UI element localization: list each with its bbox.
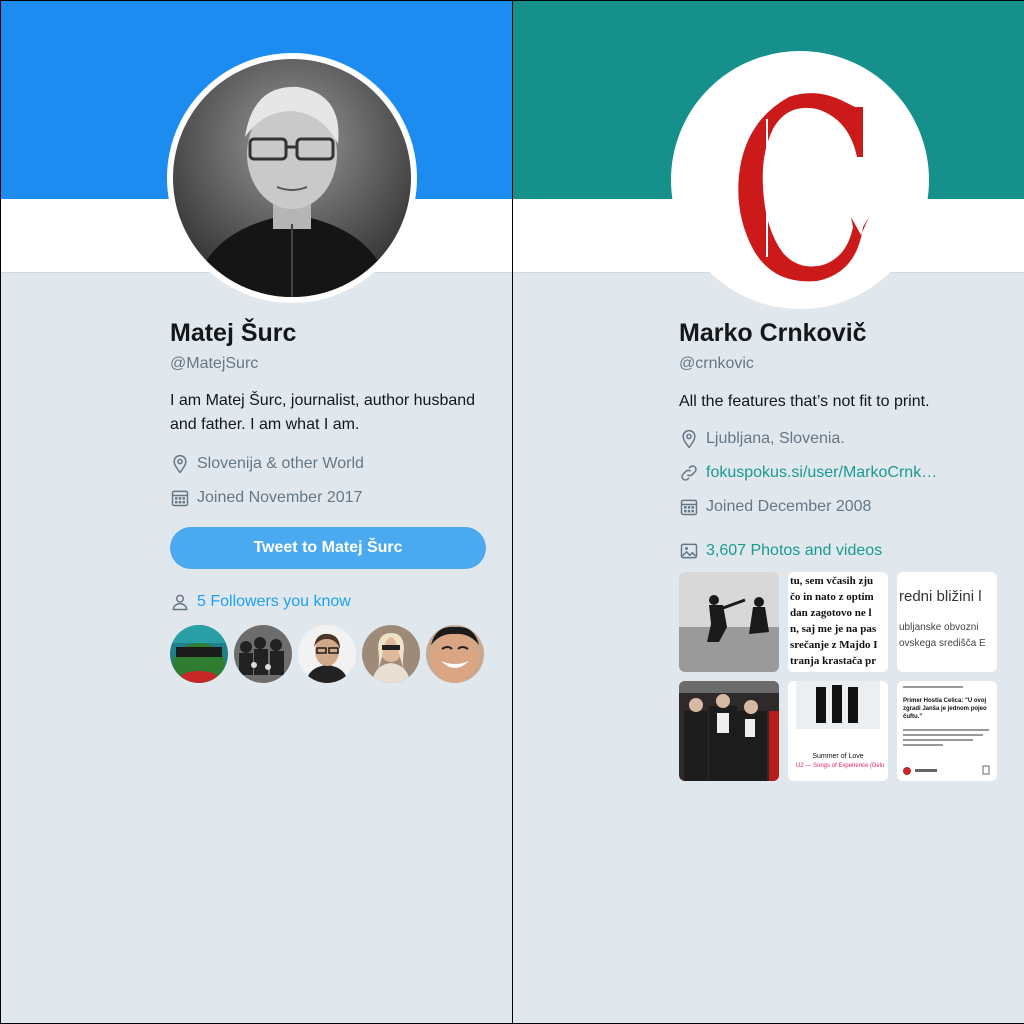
thumb-text-line: redni bližini l	[899, 588, 982, 605]
thumb-text-line: tu, sem včasih zju	[790, 575, 874, 587]
thumbnail-image	[788, 681, 888, 743]
location-pin-icon	[682, 429, 696, 449]
follower-avatar-image	[170, 625, 228, 683]
photos-link[interactable]: 3,607 Photos and videos	[706, 540, 882, 562]
follower-avatar[interactable]	[170, 625, 228, 683]
followers-avatars	[170, 625, 490, 683]
profile-website[interactable]: fokuspokus.si/user/MarkoCrnk…	[679, 462, 1009, 484]
profile-info: Matej Šurc @MatejSurc I am Matej Šurc, j…	[170, 317, 490, 683]
tweet-to-button[interactable]: Tweet to Matej Šurc	[170, 527, 486, 569]
profile-location: Ljubljana, Slovenia.	[679, 428, 1009, 450]
profile-card-marko: Marko Crnkovič @crnkovic All the feature…	[513, 1, 1024, 1023]
panel-divider	[512, 0, 513, 1024]
media-thumbnail[interactable]: Summer of Love U2 — Songs of Experience …	[788, 681, 888, 781]
media-grid: tu, sem včasih zju čo in nato z optim da…	[679, 572, 1009, 781]
profile-name: Marko Crnkovič	[679, 319, 867, 347]
media-thumbnail[interactable]: tu, sem včasih zju čo in nato z optim da…	[788, 572, 888, 672]
thumb-caption: Summer of Love	[812, 753, 864, 760]
thumb-text-line: ubljanske obvozni	[899, 622, 979, 633]
avatar-photo	[173, 59, 411, 297]
thumb-text-line: čo in nato z optim	[790, 591, 874, 603]
profile-card-matej: Matej Šurc @MatejSurc I am Matej Šurc, j…	[1, 1, 512, 1023]
photos-and-videos[interactable]: 3,607 Photos and videos	[679, 540, 1009, 562]
follower-avatar-image	[234, 625, 292, 683]
thumb-text-line: ovskega središča E	[899, 638, 986, 649]
profile-joined: Joined December 2008	[679, 496, 1009, 518]
thumbnail-decoration	[903, 686, 990, 775]
profile-bio: All the features that’s not fit to print…	[679, 393, 930, 410]
profile-handle[interactable]: @MatejSurc	[170, 353, 490, 375]
thumb-text-line: srečanje z Majdo I	[790, 639, 878, 651]
media-thumbnail[interactable]	[679, 681, 779, 781]
follower-avatar[interactable]	[298, 625, 356, 683]
joined-text: Joined December 2008	[706, 498, 872, 515]
profile-info: Marko Crnkovič @crnkovic All the feature…	[679, 317, 1009, 781]
joined-text: Joined November 2017	[197, 489, 363, 506]
follower-avatar-image	[298, 625, 356, 683]
person-icon	[172, 594, 188, 611]
c-logo-icon	[677, 57, 923, 303]
link-icon	[681, 465, 697, 481]
profile-handle[interactable]: @crnkovic	[679, 353, 1009, 375]
media-thumbnail[interactable]: redni bližini l ubljanske obvozni ovskeg…	[897, 572, 997, 672]
profile-avatar[interactable]	[167, 53, 417, 303]
thumb-subcaption: U2 — Songs of Experience (Delu	[796, 763, 885, 769]
location-pin-icon	[173, 454, 187, 474]
media-thumbnail[interactable]: Primer Hostla Celica: "U ovoj zgradi Jan…	[897, 681, 997, 781]
follower-avatar[interactable]	[426, 625, 484, 683]
location-text: Ljubljana, Slovenia.	[706, 430, 845, 447]
follower-avatar-image	[426, 625, 484, 683]
location-text: Slovenija & other World	[197, 455, 364, 472]
thumb-text-line: dan zagotovo ne l	[790, 607, 872, 619]
calendar-icon	[680, 499, 698, 516]
follower-avatar-image	[362, 625, 420, 683]
profile-joined: Joined November 2017	[170, 487, 490, 509]
image-icon	[680, 543, 698, 559]
thumbnail-image	[679, 681, 779, 781]
follower-avatar[interactable]	[234, 625, 292, 683]
thumbnail-image	[679, 572, 779, 672]
calendar-icon	[171, 490, 189, 507]
website-link[interactable]: fokuspokus.si/user/MarkoCrnk…	[706, 462, 937, 484]
profile-bio: I am Matej Šurc, journalist, author husb…	[170, 392, 476, 433]
followers-you-know[interactable]: 5 Followers you know	[170, 591, 490, 613]
thumb-text-line: n, saj me je na pas	[790, 623, 877, 635]
profile-avatar[interactable]	[671, 51, 929, 309]
profile-name: Matej Šurc	[170, 319, 297, 347]
profile-location: Slovenija & other World	[170, 453, 490, 475]
media-thumbnail[interactable]	[679, 572, 779, 672]
followers-link[interactable]: 5 Followers you know	[197, 591, 351, 613]
thumb-text-line: tranja krastača pr	[790, 655, 877, 667]
follower-avatar[interactable]	[362, 625, 420, 683]
